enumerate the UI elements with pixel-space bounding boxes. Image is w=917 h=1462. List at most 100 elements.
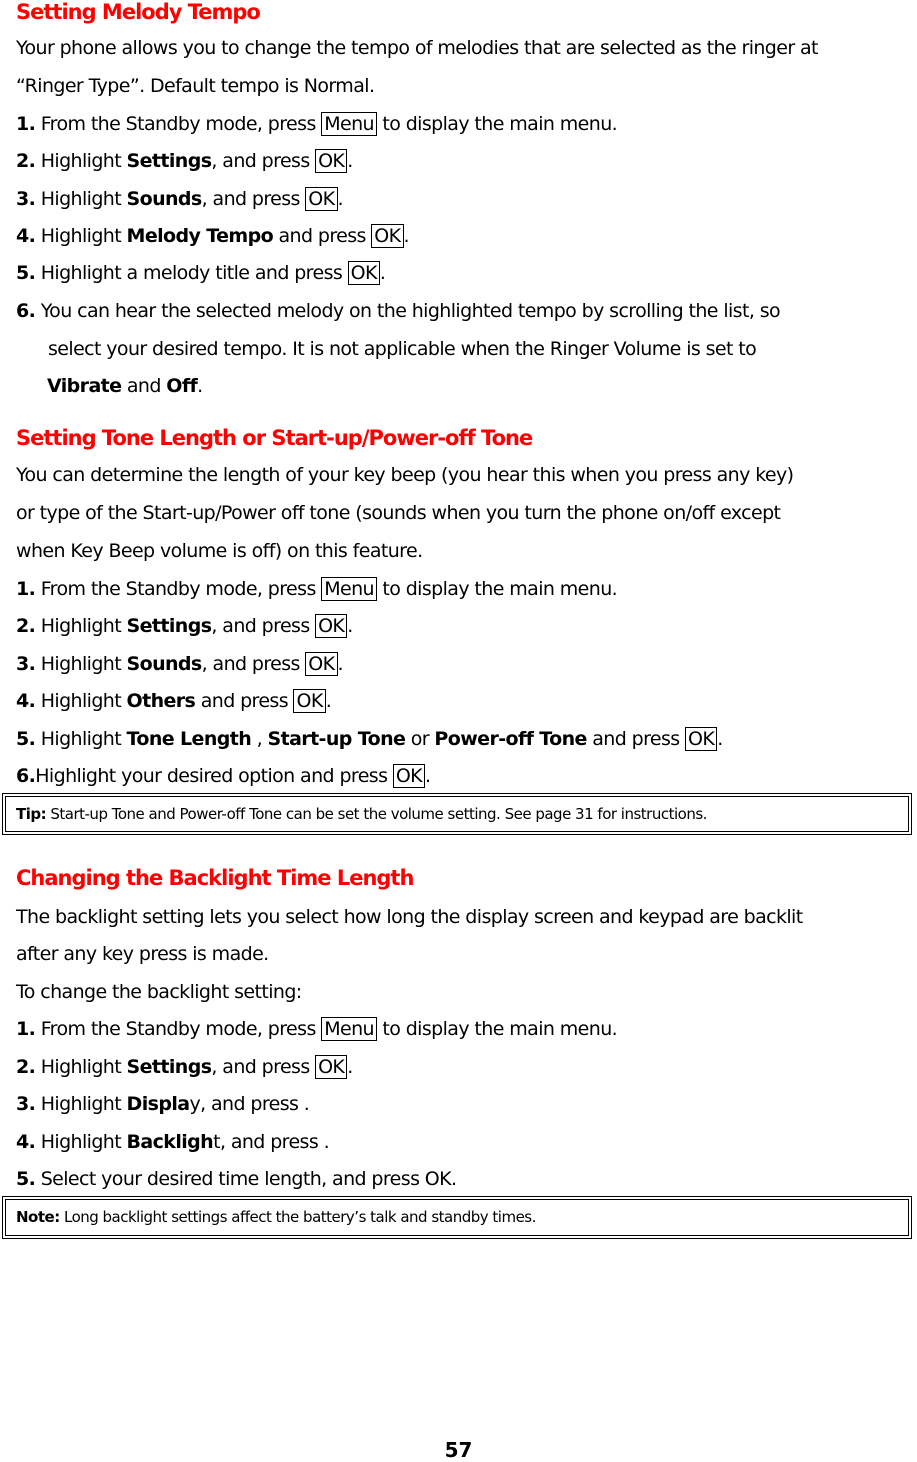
ok-key: OK [347,261,380,285]
step-number: 4. [16,225,36,247]
menu-name: Tone Length [126,728,252,750]
step-continuation: select your desired tempo. It is not app… [48,338,757,360]
step-number: 3. [16,1093,36,1115]
step-item: 6.Highlight your desired option and pres… [16,764,431,788]
tip-text: Start-up Tone and Power-off Tone can be … [46,805,707,823]
menu-name: Settings [126,1056,212,1078]
step-text: and press [273,225,372,247]
section-title-tone-length: Setting Tone Length or Start-up/Power-of… [16,426,533,450]
step-text: and press [586,728,686,750]
paragraph: when Key Beep volume is off) on this fea… [16,540,423,562]
step-number: 6. [16,765,36,787]
step-text: Highlight [40,615,127,637]
paragraph: Your phone allows you to change the temp… [16,37,819,59]
step-item: 4. Highlight Melody Tempo and press OK. [16,224,410,248]
step-text: Select your desired time length, and pre… [40,1168,457,1190]
step-text: , and press [201,653,306,675]
paragraph: The backlight setting lets you select ho… [16,906,803,928]
ok-key: OK [305,652,338,676]
menu-key: Menu [321,112,377,136]
paragraph: after any key press is made. [16,943,269,965]
ok-key: OK [392,764,426,788]
step-number: 1. [16,113,36,135]
step-number: 6. [16,300,36,322]
step-continuation: Vibrate and Off. [47,374,203,398]
step-number: 1. [16,1018,36,1040]
ok-key: OK [315,1055,348,1079]
step-number: 2. [16,1056,36,1078]
step-text: Highlight [40,1093,127,1115]
step-text: to display the main menu. [376,578,618,600]
step-text: Highlight [40,1131,127,1153]
menu-name: Sounds [126,188,203,210]
ok-key: OK [305,187,338,211]
step-item: 5. Highlight Tone Length , Start-up Tone… [16,727,723,751]
step-text: Highlight your desired option and press [35,765,393,787]
menu-name: Sounds [126,653,203,675]
note-text: Long backlight settings affect the batte… [59,1208,536,1226]
paragraph: To change the backlight setting: [16,981,302,1003]
step-item: 3. Highlight Sounds, and press OK. [16,187,344,211]
step-item: 5. Highlight a melody title and press OK… [16,261,386,285]
step-number: 3. [16,653,36,675]
paragraph: You can determine the length of your key… [16,464,794,486]
ok-key: OK [371,224,404,248]
step-text: . [717,728,723,750]
step-text: You can hear the selected melody on the … [40,300,781,322]
step-number: 5. [16,728,36,750]
step-text: and [121,375,167,397]
step-item: 4. Highlight Others and press OK. [16,689,332,713]
step-text: Highlight [40,653,127,675]
step-number: 2. [16,150,36,172]
step-text: or [405,728,435,750]
step-item: 2. Highlight Settings, and press OK. [16,1055,353,1079]
menu-name: Power-off Tone [434,728,587,750]
step-text: , [251,728,268,750]
menu-key: Menu [321,1017,377,1041]
step-item: 1. From the Standby mode, press Menu to … [16,1017,618,1041]
step-item: 1. From the Standby mode, press Menu to … [16,577,618,601]
step-text: Highlight [40,728,127,750]
tip-box: Tip: Start-up Tone and Power-off Tone ca… [2,793,912,835]
step-number: 4. [16,690,36,712]
menu-name: Backligh [126,1131,214,1153]
menu-name: Displa [126,1093,191,1115]
step-text: . [379,262,386,284]
step-text: Highlight [40,690,127,712]
step-item: 2. Highlight Settings, and press OK. [16,614,353,638]
menu-name: Settings [126,150,212,172]
step-text: . [347,615,353,637]
step-number: 5. [16,262,36,284]
paragraph: or type of the Start-up/Power off tone (… [16,502,781,524]
step-text: . [325,690,332,712]
step-number: 4. [16,1131,36,1153]
step-text: , and press [211,1056,316,1078]
step-item: 4. Highlight Backlight, and press . [16,1130,330,1154]
step-text: . [425,765,431,787]
step-text: Highlight a melody title and press [40,262,348,284]
step-number: 3. [16,188,36,210]
step-text: . [337,188,344,210]
step-text: to display the main menu. [376,113,618,135]
note-box: Note: Long backlight settings affect the… [2,1196,912,1239]
step-text: , and press [201,188,306,210]
step-text: . [197,375,203,397]
step-item: 3. Highlight Sounds, and press OK. [16,652,344,676]
step-text: , and press [211,615,316,637]
step-text: t, and press . [213,1131,330,1153]
step-text: . [347,150,353,172]
page-number: 57 [444,1438,473,1462]
step-text: . [337,653,344,675]
menu-name: Others [126,690,196,712]
step-text: . [403,225,410,247]
ok-key: OK [315,614,348,638]
section-title-backlight: Changing the Backlight Time Length [16,866,414,890]
step-number: 5. [16,1168,36,1190]
step-item: 2. Highlight Settings, and press OK. [16,149,353,173]
ok-key: OK [293,689,326,713]
paragraph: “Ringer Type”. Default tempo is Normal. [16,75,375,97]
step-text: From the Standby mode, press [40,1018,322,1040]
menu-key: Menu [321,577,377,601]
note-label: Note: [16,1208,60,1226]
step-item: 3. Highlight Display, and press . [16,1092,310,1116]
